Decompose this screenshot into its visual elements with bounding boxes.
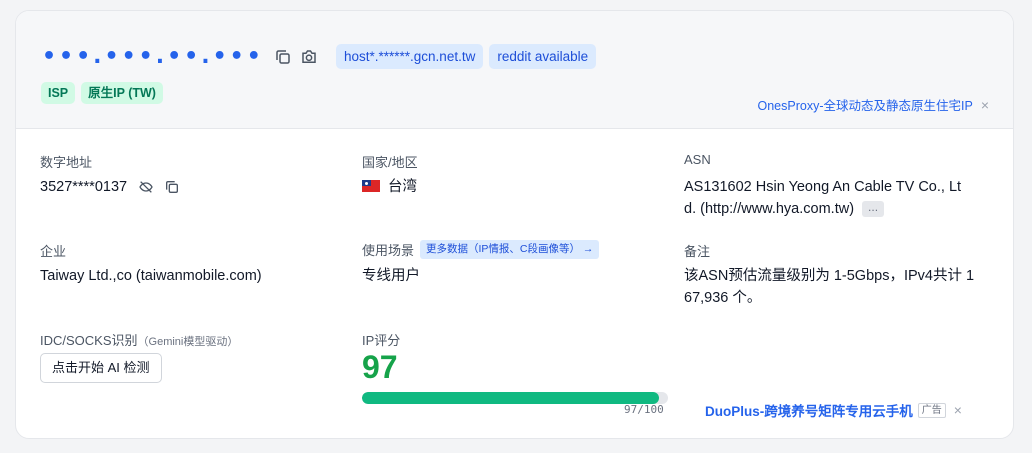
taiwan-flag-icon [362,180,380,192]
country-value: 台湾 [388,179,417,195]
ip-info-card: •••.•••.••.••• host*.******.gcn.net.tw r… [15,10,1014,439]
asn-value-line2: d. (http://www.hya.com.tw) [684,201,855,217]
copy-icon[interactable] [161,176,183,198]
camera-icon[interactable] [298,46,320,68]
card-header: •••.•••.••.••• host*.******.gcn.net.tw r… [16,11,1013,129]
eye-off-icon[interactable] [135,176,157,198]
asn-value: AS131602 Hsin Yeong An Cable TV Co., Lt … [684,176,994,220]
score-bar-fill [362,392,659,404]
asn-more-button[interactable]: ... [862,201,885,218]
idc-label-row: IDC/SOCKS识别（Gemini模型驱动） [40,330,238,349]
asn-value-line1: AS131602 Hsin Yeong An Cable TV Co., Lt [684,179,962,195]
type-tags: ISP 原生IP (TW) [41,82,163,104]
numeric-addr-value: 3527****0137 [40,179,128,195]
numeric-addr-row: 3527****0137 [40,176,183,198]
usage-label: 使用场景 [362,243,415,258]
ad-banner: DuoPlus-跨境养号矩阵专用云手机 广告 × [705,400,962,420]
more-data-link[interactable]: 更多数据（IP情报、C段画像等） → [420,240,600,259]
country-row: 台湾 [362,176,417,198]
note-label: 备注 [684,244,711,259]
score-value: 97 [362,349,398,385]
note-value-line1: 该ASN预估流量级别为 1-5Gbps，IPv4共计 1 [684,268,975,284]
score-label: IP评分 [362,333,401,348]
native-ip-tag: 原生IP (TW) [81,82,163,104]
ai-detect-button[interactable]: 点击开始 AI 检测 [40,353,162,383]
asn-label: ASN [684,152,711,167]
idc-label: IDC/SOCKS识别 [40,333,138,348]
ad-link[interactable]: DuoPlus-跨境养号矩阵专用云手机 [705,400,913,420]
info-tags: host*.******.gcn.net.tw reddit available [336,44,597,69]
host-tag: host*.******.gcn.net.tw [336,44,484,69]
close-icon[interactable]: × [981,97,989,113]
masked-ip: •••.•••.••.••• [42,44,264,69]
copy-icon[interactable] [272,46,294,68]
usage-value: 专线用户 [362,268,420,284]
isp-tag: ISP [41,82,76,104]
ad-badge: 广告 [917,402,946,418]
promo-banner: OnesProxy-全球动态及静态原生住宅IP × [758,95,990,114]
note-value-line2: 67,936 个。 [684,290,762,306]
score-bar [362,392,668,404]
country-label: 国家/地区 [362,155,418,170]
ip-row: •••.•••.••.••• [42,41,320,73]
promo-link[interactable]: OnesProxy-全球动态及静态原生住宅IP [758,95,973,114]
company-value: Taiway Ltd.,co (taiwanmobile.com) [40,268,262,284]
service-tag: reddit available [489,44,597,69]
idc-label-note: （Gemini模型驱动） [137,336,239,348]
usage-label-row: 使用场景 更多数据（IP情报、C段画像等） → [362,240,600,259]
company-label: 企业 [40,244,67,259]
numeric-addr-label: 数字地址 [40,155,93,170]
score-bar-text: 97/100 [624,403,664,416]
close-icon[interactable]: × [954,402,962,418]
note-value: 该ASN预估流量级别为 1-5Gbps，IPv4共计 1 67,936 个。 [684,265,994,309]
